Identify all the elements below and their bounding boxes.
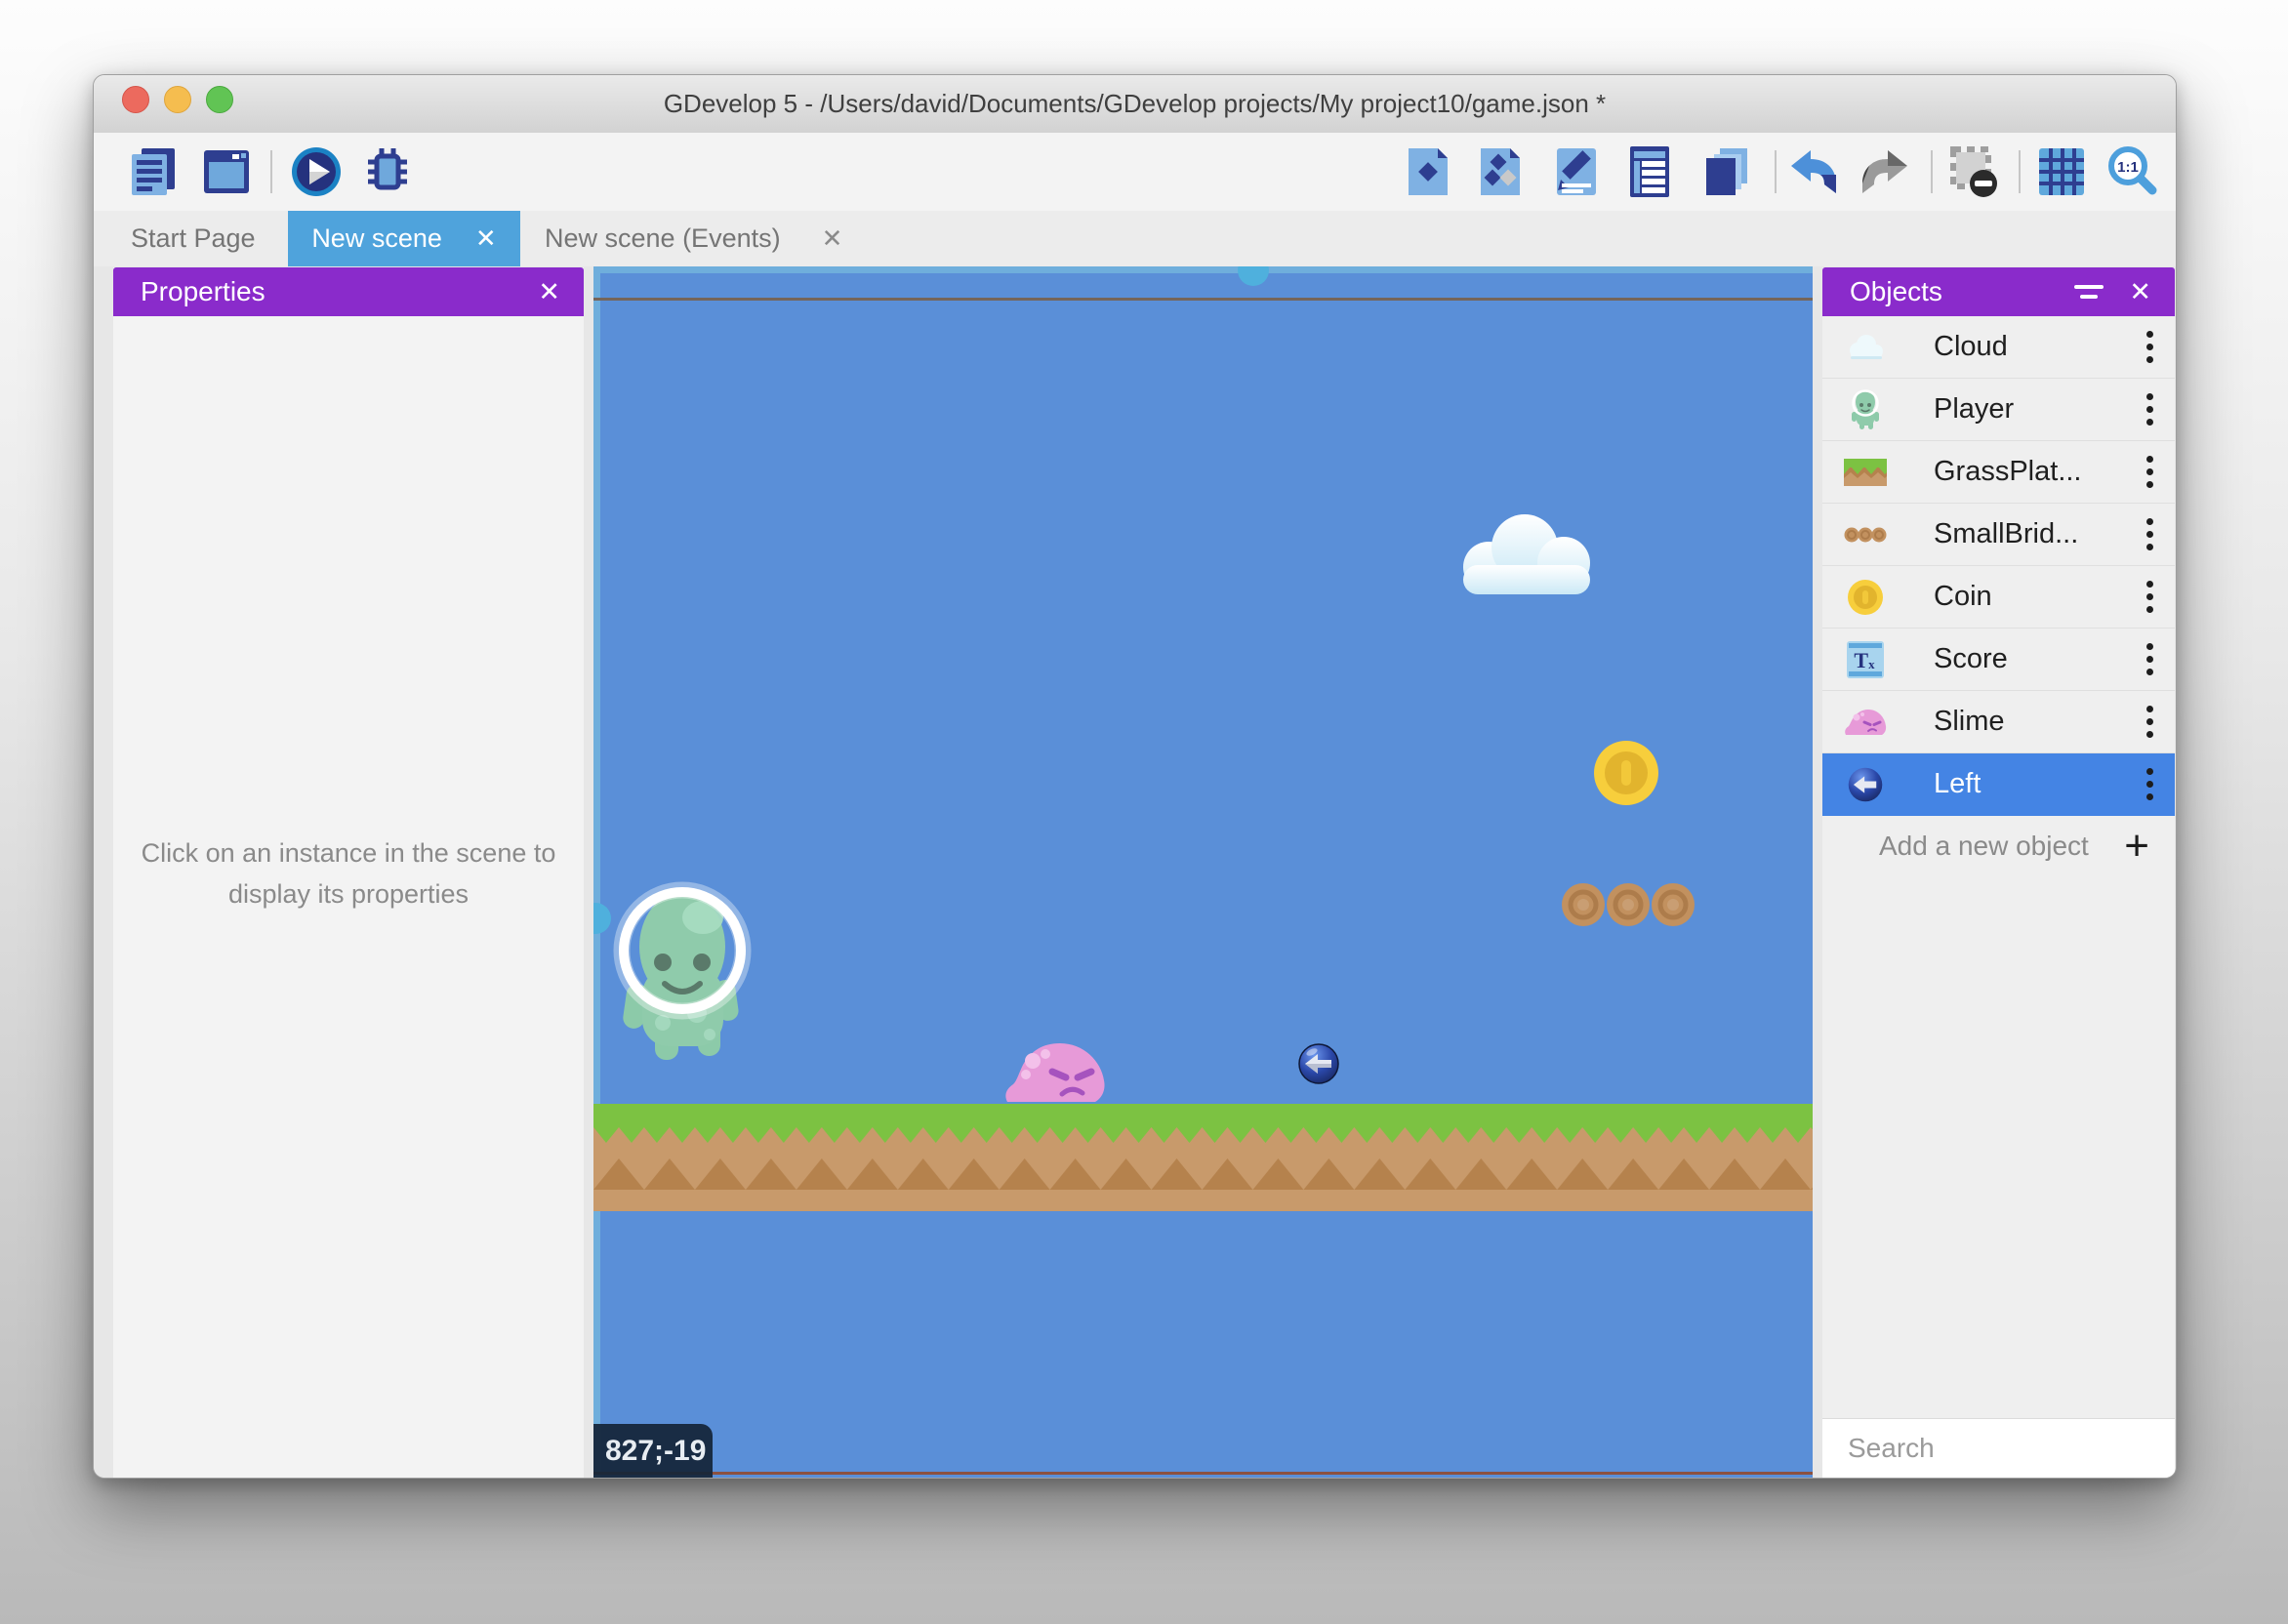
- close-tab-icon[interactable]: ✕: [475, 223, 497, 254]
- canvas-left-edge: [593, 266, 600, 1478]
- title-bar: GDevelop 5 - /Users/david/Documents/GDev…: [94, 75, 2176, 134]
- toolbar-separator: [2019, 150, 2021, 193]
- small-bridge-instance[interactable]: [1560, 882, 1696, 932]
- player-instance[interactable]: [598, 876, 764, 1072]
- toolbar-separator: [1775, 150, 1777, 193]
- object-label: Player: [1934, 393, 2130, 426]
- dots-vertical-icon[interactable]: [2130, 518, 2169, 550]
- tab-label: Start Page: [131, 223, 256, 254]
- cursor-coordinates-badge: 827;-19: [593, 1424, 713, 1478]
- undo-icon[interactable]: [1787, 144, 1842, 199]
- cloud-object-icon: [1844, 326, 1887, 369]
- dots-vertical-icon[interactable]: [2130, 331, 2169, 363]
- game-window-bottom-border: [593, 1472, 1813, 1475]
- toolbar-separator: [270, 150, 272, 193]
- slime-object-icon: [1844, 701, 1887, 744]
- objects-panel: Objects ✕ Cloud: [1822, 267, 2175, 1478]
- properties-empty-message: Click on an instance in the scene to dis…: [129, 833, 568, 915]
- player-object-icon: [1844, 388, 1887, 431]
- dots-vertical-icon[interactable]: [2130, 393, 2169, 426]
- slime-instance[interactable]: [1003, 1039, 1113, 1109]
- object-label: Cloud: [1934, 331, 2130, 363]
- plus-icon: +: [2124, 825, 2149, 868]
- object-label: Coin: [1934, 581, 2130, 613]
- object-row-smallbridge[interactable]: SmallBrid...: [1822, 504, 2175, 566]
- debug-icon[interactable]: [360, 144, 415, 199]
- object-groups-icon[interactable]: [1473, 144, 1528, 199]
- object-label: Left: [1934, 768, 2130, 800]
- object-label: SmallBrid...: [1934, 518, 2130, 550]
- coin-instance[interactable]: [1592, 739, 1660, 812]
- add-new-object-label: Add a new object: [1879, 831, 2124, 862]
- object-row-grassplatform[interactable]: GrassPlat...: [1822, 441, 2175, 504]
- filter-icon[interactable]: [2074, 285, 2104, 299]
- object-row-left[interactable]: Left: [1822, 753, 2175, 816]
- coin-object-icon: [1844, 576, 1887, 619]
- dots-vertical-icon[interactable]: [2130, 456, 2169, 488]
- canvas-top-edge: [593, 266, 1813, 273]
- dots-vertical-icon[interactable]: [2130, 706, 2169, 738]
- editor-tab-bar: Start Page New scene ✕ New scene (Events…: [94, 211, 2176, 266]
- editor-main-area: Properties ✕ Click on an instance in the…: [94, 266, 2176, 1478]
- properties-panel-header: Properties ✕: [113, 267, 584, 316]
- panel-title: Objects: [1850, 276, 2074, 307]
- mask-icon[interactable]: [1946, 144, 2001, 199]
- objects-editor-icon[interactable]: [1401, 144, 1455, 199]
- tab-start-page[interactable]: Start Page: [131, 211, 277, 266]
- object-row-coin[interactable]: Coin: [1822, 566, 2175, 629]
- window-title: GDevelop 5 - /Users/david/Documents/GDev…: [94, 75, 2176, 133]
- toolbar-separator: [1931, 150, 1933, 193]
- grass-platform-instance[interactable]: [593, 1104, 1813, 1211]
- tab-new-scene-events[interactable]: New scene (Events) ✕: [545, 211, 867, 266]
- panel-title: Properties: [141, 276, 538, 307]
- object-label: Score: [1934, 643, 2130, 675]
- dots-vertical-icon[interactable]: [2130, 643, 2169, 675]
- grid-icon[interactable]: [2034, 144, 2089, 199]
- left-button-instance[interactable]: [1297, 1042, 1340, 1090]
- object-label: Slime: [1934, 706, 2130, 738]
- tab-new-scene[interactable]: New scene ✕: [288, 211, 520, 266]
- object-row-cloud[interactable]: Cloud: [1822, 316, 2175, 379]
- instances-list-icon[interactable]: [1622, 144, 1677, 199]
- object-row-slime[interactable]: Slime: [1822, 691, 2175, 753]
- play-preview-icon[interactable]: [289, 144, 344, 199]
- project-manager-icon[interactable]: [126, 144, 181, 199]
- grass-platform-object-icon: [1844, 451, 1887, 494]
- tab-label: New scene: [311, 223, 442, 254]
- tab-label: New scene (Events): [545, 223, 781, 254]
- object-label: GrassPlat...: [1934, 456, 2130, 488]
- object-row-player[interactable]: Player: [1822, 379, 2175, 441]
- game-window-top-border: [593, 298, 1813, 301]
- score-text-object-icon: Tx: [1844, 638, 1887, 681]
- scene-canvas[interactable]: 827;-19: [593, 266, 1813, 1478]
- scene-properties-icon[interactable]: [1549, 144, 1604, 199]
- add-new-object-button[interactable]: Add a new object +: [1822, 816, 2175, 876]
- close-panel-icon[interactable]: ✕: [2129, 277, 2151, 307]
- gdevelop-window: GDevelop 5 - /Users/david/Documents/GDev…: [93, 74, 2177, 1479]
- redo-icon[interactable]: [1857, 144, 1911, 199]
- zoom-1-1-icon[interactable]: 1:1: [2104, 144, 2159, 199]
- start-page-icon[interactable]: [199, 144, 254, 199]
- properties-panel: Properties ✕ Click on an instance in the…: [113, 267, 584, 1478]
- cloud-instance[interactable]: [1430, 508, 1625, 606]
- main-toolbar: 1:1: [94, 133, 2176, 211]
- dots-vertical-icon[interactable]: [2130, 768, 2169, 800]
- left-button-object-icon: [1844, 763, 1887, 806]
- object-row-score[interactable]: Tx Score: [1822, 629, 2175, 691]
- layers-icon[interactable]: [1698, 144, 1753, 199]
- objects-panel-header: Objects ✕: [1822, 267, 2175, 316]
- close-panel-icon[interactable]: ✕: [538, 277, 560, 307]
- close-tab-icon[interactable]: ✕: [822, 223, 843, 254]
- dots-vertical-icon[interactable]: [2130, 581, 2169, 613]
- horizontal-scrollbar-handle[interactable]: [1238, 266, 1269, 286]
- svg-text:1:1: 1:1: [2117, 159, 2139, 176]
- objects-search-bar: [1822, 1418, 2175, 1478]
- search-input[interactable]: [1846, 1432, 2177, 1465]
- small-bridge-object-icon: [1844, 513, 1887, 556]
